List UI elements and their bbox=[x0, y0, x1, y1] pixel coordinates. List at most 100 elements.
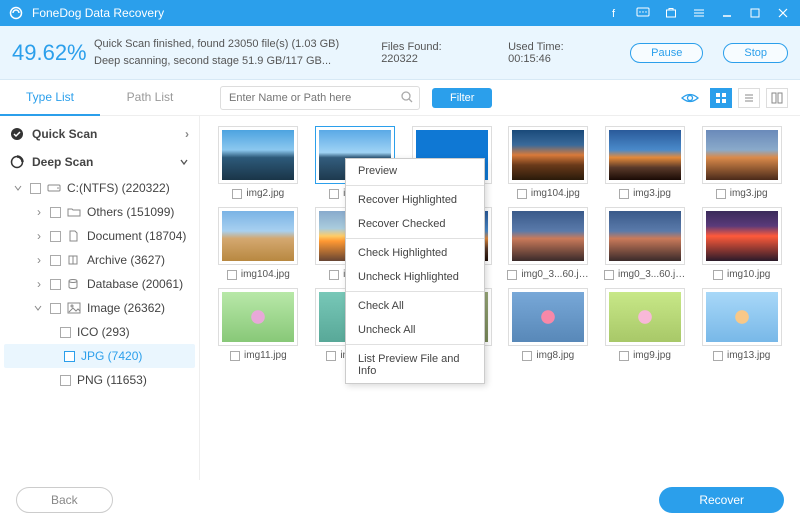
checkbox[interactable] bbox=[227, 270, 237, 280]
back-button[interactable]: Back bbox=[16, 487, 113, 513]
checkbox[interactable] bbox=[64, 351, 75, 362]
filter-button[interactable]: Filter bbox=[432, 88, 492, 108]
preview-toggle-icon[interactable] bbox=[680, 91, 700, 105]
thumb-item[interactable]: img2.jpg bbox=[214, 126, 303, 199]
cm-uncheck-highlighted[interactable]: Uncheck Highlighted bbox=[346, 265, 484, 289]
thumb-image bbox=[609, 130, 681, 180]
sidebar-drive[interactable]: C:(NTFS) (220322) bbox=[0, 176, 199, 200]
checkbox[interactable] bbox=[619, 351, 629, 361]
thumb-item[interactable]: img11.jpg bbox=[214, 288, 303, 361]
thumb-frame[interactable] bbox=[508, 126, 588, 184]
sidebar-ico[interactable]: ICO (293) bbox=[0, 320, 199, 344]
thumb-item[interactable]: img104.jpg bbox=[214, 207, 303, 280]
checkbox[interactable] bbox=[713, 270, 723, 280]
checkbox[interactable] bbox=[50, 255, 61, 266]
thumb-filename: img13.jpg bbox=[727, 350, 770, 361]
cm-recover-highlighted[interactable]: Recover Highlighted bbox=[346, 188, 484, 212]
store-icon[interactable] bbox=[662, 4, 680, 22]
sidebar-archive[interactable]: › Archive (3627) bbox=[0, 248, 199, 272]
checkbox[interactable] bbox=[517, 189, 527, 199]
thumb-frame[interactable] bbox=[605, 207, 685, 265]
checkbox[interactable] bbox=[619, 189, 629, 199]
thumb-item[interactable]: img9.jpg bbox=[601, 288, 690, 361]
checkbox[interactable] bbox=[230, 351, 240, 361]
tab-type-list[interactable]: Type List bbox=[0, 80, 100, 116]
checkbox[interactable] bbox=[507, 270, 517, 280]
thumb-item[interactable]: img8.jpg bbox=[504, 288, 593, 361]
checkbox[interactable] bbox=[522, 351, 532, 361]
thumb-item[interactable]: img104.jpg bbox=[504, 126, 593, 199]
cm-preview[interactable]: Preview bbox=[346, 159, 484, 183]
checkbox[interactable] bbox=[60, 327, 71, 338]
thumb-label: img104.jpg bbox=[517, 188, 580, 199]
tab-path-list[interactable]: Path List bbox=[100, 80, 200, 116]
cm-uncheck-all[interactable]: Uncheck All bbox=[346, 318, 484, 342]
sidebar-image[interactable]: Image (26362) bbox=[0, 296, 199, 320]
stop-button[interactable]: Stop bbox=[723, 43, 788, 63]
search-input[interactable] bbox=[220, 86, 420, 110]
checkbox[interactable] bbox=[326, 351, 336, 361]
menu-icon[interactable] bbox=[690, 4, 708, 22]
sidebar-quick-scan[interactable]: Quick Scan › bbox=[0, 120, 199, 148]
drive-icon bbox=[47, 182, 61, 194]
checkbox[interactable] bbox=[50, 303, 61, 314]
thumb-frame[interactable] bbox=[218, 288, 298, 346]
checkbox[interactable] bbox=[50, 207, 61, 218]
view-list-icon[interactable] bbox=[738, 88, 760, 108]
thumb-frame[interactable] bbox=[702, 207, 782, 265]
sidebar-deep-scan[interactable]: Deep Scan bbox=[0, 148, 199, 176]
checkbox[interactable] bbox=[60, 375, 71, 386]
sidebar-others[interactable]: › Others (151099) bbox=[0, 200, 199, 224]
checkbox[interactable] bbox=[50, 279, 61, 290]
checkbox[interactable] bbox=[232, 189, 242, 199]
thumb-filename: img3.jpg bbox=[633, 188, 671, 199]
thumb-frame[interactable] bbox=[218, 126, 298, 184]
thumb-item[interactable]: img3.jpg bbox=[697, 126, 786, 199]
sidebar-jpg[interactable]: JPG (7420) bbox=[4, 344, 195, 368]
checkbox[interactable] bbox=[30, 183, 41, 194]
thumb-frame[interactable] bbox=[508, 288, 588, 346]
thumb-frame[interactable] bbox=[218, 207, 298, 265]
progress-bar: 49.62% Quick Scan finished, found 23050 … bbox=[0, 26, 800, 80]
thumb-item[interactable]: img0_3...60.jpg bbox=[601, 207, 690, 280]
feedback-icon[interactable] bbox=[634, 4, 652, 22]
progress-line2: Deep scanning, second stage 51.9 GB/117 … bbox=[94, 53, 339, 70]
checkbox[interactable] bbox=[716, 189, 726, 199]
thumb-filename: img3.jpg bbox=[730, 188, 768, 199]
thumb-item[interactable]: img3.jpg bbox=[601, 126, 690, 199]
maximize-icon[interactable] bbox=[746, 4, 764, 22]
pause-button[interactable]: Pause bbox=[630, 43, 703, 63]
thumb-label: img0_3...60.jpg bbox=[604, 269, 686, 280]
checkbox[interactable] bbox=[329, 270, 339, 280]
search-icon[interactable] bbox=[400, 90, 414, 104]
sidebar-document[interactable]: › Document (18704) bbox=[0, 224, 199, 248]
thumb-frame[interactable] bbox=[605, 126, 685, 184]
thumb-frame[interactable] bbox=[702, 126, 782, 184]
thumb-filename: img10.jpg bbox=[727, 269, 770, 280]
view-grid-icon[interactable] bbox=[710, 88, 732, 108]
chevron-right-icon: › bbox=[34, 253, 44, 267]
checkbox[interactable] bbox=[604, 270, 614, 280]
cm-recover-checked[interactable]: Recover Checked bbox=[346, 212, 484, 236]
checkbox[interactable] bbox=[329, 189, 339, 199]
checkbox[interactable] bbox=[713, 351, 723, 361]
view-detail-icon[interactable] bbox=[766, 88, 788, 108]
recover-button[interactable]: Recover bbox=[659, 487, 784, 513]
thumb-frame[interactable] bbox=[702, 288, 782, 346]
thumb-item[interactable]: img0_3...60.jpg bbox=[504, 207, 593, 280]
sidebar-png[interactable]: PNG (11653) bbox=[0, 368, 199, 392]
share-facebook-icon[interactable]: f bbox=[606, 4, 624, 22]
footer: Back Recover bbox=[0, 480, 800, 520]
close-icon[interactable] bbox=[774, 4, 792, 22]
cm-check-all[interactable]: Check All bbox=[346, 294, 484, 318]
minimize-icon[interactable] bbox=[718, 4, 736, 22]
thumb-item[interactable]: img13.jpg bbox=[697, 288, 786, 361]
cm-list-info[interactable]: List Preview File and Info bbox=[346, 347, 484, 383]
cm-check-highlighted[interactable]: Check Highlighted bbox=[346, 241, 484, 265]
progress-status: Quick Scan finished, found 23050 file(s)… bbox=[94, 36, 339, 69]
sidebar-database[interactable]: › Database (20061) bbox=[0, 272, 199, 296]
thumb-item[interactable]: img10.jpg bbox=[697, 207, 786, 280]
thumb-frame[interactable] bbox=[605, 288, 685, 346]
checkbox[interactable] bbox=[50, 231, 61, 242]
thumb-frame[interactable] bbox=[508, 207, 588, 265]
